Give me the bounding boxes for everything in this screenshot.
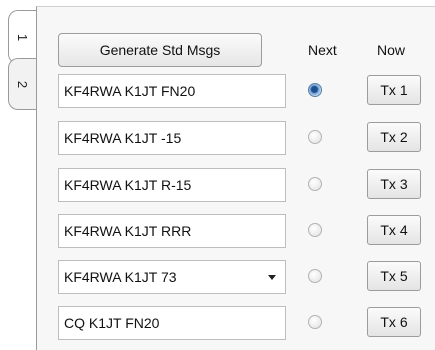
- next-radio-5[interactable]: [308, 269, 322, 283]
- tab-2-label: 2: [14, 80, 30, 88]
- tx5-message-combo[interactable]: KF4RWA K1JT 73: [58, 260, 286, 294]
- tx4-button[interactable]: Tx 4: [367, 215, 421, 245]
- tx2-message-field[interactable]: KF4RWA K1JT -15: [58, 121, 286, 155]
- next-radio-6[interactable]: [308, 315, 322, 329]
- next-radio-4[interactable]: [308, 223, 322, 237]
- tx6-message-field[interactable]: CQ K1JT FN20: [58, 306, 286, 340]
- message-row-3: KF4RWA K1JT R-15 Tx 3: [37, 168, 435, 202]
- message-row-6: CQ K1JT FN20 Tx 6: [37, 306, 435, 340]
- tx3-button[interactable]: Tx 3: [367, 169, 421, 199]
- next-radio-1[interactable]: [308, 83, 322, 97]
- tab-2[interactable]: 2: [8, 58, 36, 110]
- tx5-button[interactable]: Tx 5: [367, 261, 421, 291]
- message-row-4: KF4RWA K1JT RRR Tx 4: [37, 214, 435, 248]
- next-radio-3[interactable]: [308, 177, 322, 191]
- message-row-2: KF4RWA K1JT -15 Tx 2: [37, 121, 435, 155]
- tx1-message-field[interactable]: KF4RWA K1JT FN20: [58, 74, 286, 108]
- generate-std-msgs-button[interactable]: Generate Std Msgs: [58, 33, 262, 67]
- chevron-down-icon[interactable]: [268, 275, 276, 280]
- tx2-button[interactable]: Tx 2: [367, 122, 421, 152]
- tx5-message-text: KF4RWA K1JT 73: [64, 269, 177, 285]
- tab-1[interactable]: 1: [8, 10, 36, 64]
- message-panel: Generate Std Msgs Next Now KF4RWA K1JT F…: [36, 6, 435, 350]
- tx1-button[interactable]: Tx 1: [367, 75, 421, 105]
- now-column-header: Now: [377, 42, 406, 58]
- next-radio-2[interactable]: [308, 130, 322, 144]
- tx6-button[interactable]: Tx 6: [367, 307, 421, 337]
- next-column-header: Next: [308, 42, 337, 58]
- message-row-1: KF4RWA K1JT FN20 Tx 1: [37, 74, 435, 108]
- tx3-message-field[interactable]: KF4RWA K1JT R-15: [58, 168, 286, 202]
- tab-1-label: 1: [14, 33, 30, 41]
- tx4-message-field[interactable]: KF4RWA K1JT RRR: [58, 214, 286, 248]
- message-row-5: KF4RWA K1JT 73 Tx 5: [37, 260, 435, 294]
